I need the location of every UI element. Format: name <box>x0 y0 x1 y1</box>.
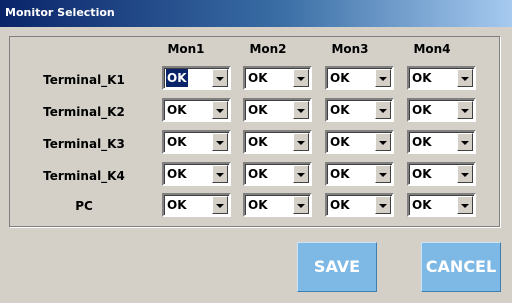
select-value: OK <box>166 69 188 87</box>
monitor-select-terminal-k3-mon3[interactable]: OK <box>325 130 394 154</box>
row-label-terminal-k3: Terminal_K3 <box>43 137 125 151</box>
monitor-select-terminal-k2-mon4[interactable]: OK <box>407 98 476 122</box>
monitor-select-pc-mon2[interactable]: OK <box>243 193 312 217</box>
select-value: OK <box>248 198 268 212</box>
select-value: OK <box>248 103 268 117</box>
select-value: OK <box>412 198 432 212</box>
row-label-pc: PC <box>75 199 93 213</box>
dropdown-button[interactable] <box>457 196 473 214</box>
select-value: OK <box>330 167 350 181</box>
dropdown-button[interactable] <box>293 165 309 183</box>
select-value: OK <box>330 103 350 117</box>
monitor-select-terminal-k3-mon2[interactable]: OK <box>243 130 312 154</box>
chevron-down-icon <box>216 77 224 81</box>
monitor-select-terminal-k4-mon2[interactable]: OK <box>243 162 312 186</box>
dropdown-button[interactable] <box>212 133 228 151</box>
chevron-down-icon <box>297 173 305 177</box>
column-header-mon4: Mon4 <box>413 42 451 56</box>
dropdown-button[interactable] <box>457 133 473 151</box>
dropdown-button[interactable] <box>375 196 391 214</box>
dropdown-button[interactable] <box>293 133 309 151</box>
monitor-select-terminal-k2-mon1[interactable]: OK <box>162 98 231 122</box>
save-button[interactable]: SAVE <box>297 242 377 292</box>
chevron-down-icon <box>216 173 224 177</box>
chevron-down-icon <box>297 204 305 208</box>
dropdown-button[interactable] <box>212 165 228 183</box>
dropdown-button[interactable] <box>375 101 391 119</box>
chevron-down-icon <box>297 141 305 145</box>
monitor-select-terminal-k4-mon1[interactable]: OK <box>162 162 231 186</box>
select-value: OK <box>167 167 187 181</box>
dropdown-button[interactable] <box>457 69 473 87</box>
dropdown-button[interactable] <box>293 196 309 214</box>
monitor-select-terminal-k4-mon3[interactable]: OK <box>325 162 394 186</box>
select-value: OK <box>248 135 268 149</box>
chevron-down-icon <box>216 204 224 208</box>
dropdown-button[interactable] <box>457 101 473 119</box>
cancel-button[interactable]: CANCEL <box>421 242 501 292</box>
dropdown-button[interactable] <box>212 101 228 119</box>
chevron-down-icon <box>379 109 387 113</box>
column-header-mon3: Mon3 <box>331 42 369 56</box>
select-value: OK <box>412 167 432 181</box>
dropdown-button[interactable] <box>375 165 391 183</box>
select-value: OK <box>412 103 432 117</box>
select-value: OK <box>248 167 268 181</box>
window-title: Monitor Selection <box>5 6 115 19</box>
chevron-down-icon <box>297 109 305 113</box>
row-label-terminal-k2: Terminal_K2 <box>43 105 125 119</box>
select-value: OK <box>248 71 268 85</box>
dropdown-button[interactable] <box>212 69 228 87</box>
monitor-select-terminal-k3-mon4[interactable]: OK <box>407 130 476 154</box>
select-value: OK <box>330 135 350 149</box>
dropdown-button[interactable] <box>293 101 309 119</box>
chevron-down-icon <box>379 141 387 145</box>
title-bar: Monitor Selection <box>0 0 512 27</box>
select-value: OK <box>412 71 432 85</box>
monitor-select-terminal-k2-mon3[interactable]: OK <box>325 98 394 122</box>
monitor-select-pc-mon4[interactable]: OK <box>407 193 476 217</box>
select-value: OK <box>167 198 187 212</box>
chevron-down-icon <box>461 173 469 177</box>
select-value: OK <box>412 135 432 149</box>
monitor-select-terminal-k1-mon1[interactable]: OK <box>162 66 231 90</box>
monitor-select-pc-mon1[interactable]: OK <box>162 193 231 217</box>
dropdown-button[interactable] <box>457 165 473 183</box>
column-header-mon1: Mon1 <box>167 42 205 56</box>
chevron-down-icon <box>461 77 469 81</box>
chevron-down-icon <box>379 77 387 81</box>
chevron-down-icon <box>461 109 469 113</box>
chevron-down-icon <box>216 141 224 145</box>
monitor-select-terminal-k1-mon4[interactable]: OK <box>407 66 476 90</box>
select-value: OK <box>330 71 350 85</box>
dropdown-button[interactable] <box>212 196 228 214</box>
row-label-terminal-k4: Terminal_K4 <box>43 169 125 183</box>
column-header-mon2: Mon2 <box>249 42 287 56</box>
row-label-terminal-k1: Terminal_K1 <box>43 73 125 87</box>
select-value: OK <box>167 103 187 117</box>
dropdown-button[interactable] <box>293 69 309 87</box>
chevron-down-icon <box>461 204 469 208</box>
monitor-select-pc-mon3[interactable]: OK <box>325 193 394 217</box>
chevron-down-icon <box>461 141 469 145</box>
monitor-select-terminal-k4-mon4[interactable]: OK <box>407 162 476 186</box>
dropdown-button[interactable] <box>375 133 391 151</box>
chevron-down-icon <box>297 77 305 81</box>
dropdown-button[interactable] <box>375 69 391 87</box>
monitor-select-terminal-k3-mon1[interactable]: OK <box>162 130 231 154</box>
monitor-select-terminal-k1-mon2[interactable]: OK <box>243 66 312 90</box>
select-value: OK <box>167 135 187 149</box>
monitor-selection-dialog: Monitor Selection Mon1 Mon2 Mon3 Mon4 Te… <box>0 0 512 303</box>
select-value: OK <box>330 198 350 212</box>
monitor-select-terminal-k2-mon2[interactable]: OK <box>243 98 312 122</box>
chevron-down-icon <box>216 109 224 113</box>
chevron-down-icon <box>379 204 387 208</box>
chevron-down-icon <box>379 173 387 177</box>
monitor-select-terminal-k1-mon3[interactable]: OK <box>325 66 394 90</box>
